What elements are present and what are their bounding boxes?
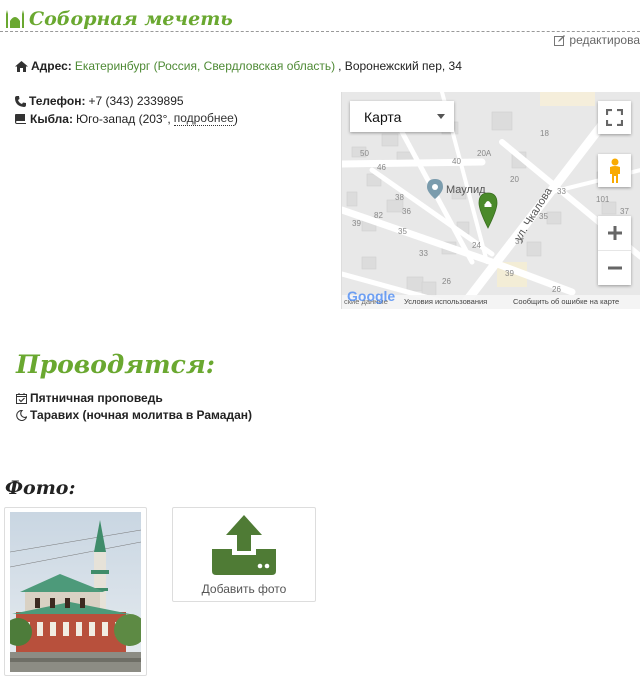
edit-icon [554,35,566,46]
street-view-button[interactable] [598,154,631,187]
minus-icon [607,266,622,270]
street-address: , Воронежский пер, 34 [338,59,462,73]
svg-text:33: 33 [557,187,566,196]
qibla-close: ) [233,111,238,126]
mosque-icon [6,10,24,28]
phone-row: Телефон: +7 (343) 2339895 [15,94,184,108]
zoom-control [598,216,631,285]
pegman-icon [609,158,620,183]
title-divider [0,31,640,32]
fullscreen-button[interactable] [598,101,631,134]
qibla-label: Кыбла: [30,111,73,126]
svg-text:20A: 20A [477,149,492,158]
phone-label: Телефон: [29,94,86,108]
home-icon [15,60,28,72]
event-item: Таравих (ночная молитва в Рамадан) [16,408,252,422]
edit-link[interactable]: редактирова [554,33,640,47]
phone-icon [15,95,26,107]
zoom-in-button[interactable] [598,216,631,251]
qibla-details-link[interactable]: подробнее [173,111,234,126]
chevron-down-icon [437,114,445,119]
event-label: Пятничная проповедь [30,391,163,405]
svg-text:82: 82 [374,211,383,220]
svg-text:101: 101 [596,195,610,204]
map-type-select[interactable]: Карта [350,101,454,132]
address-label: Адрес: [31,59,72,73]
edit-label: редактирова [569,33,640,47]
event-item: Пятничная проповедь [16,391,163,405]
phone-number: +7 (343) 2339895 [88,94,184,108]
mosque-name: Соборная мечеть [29,8,233,30]
svg-text:50: 50 [360,149,369,158]
events-heading: Проводятся: [16,350,215,379]
photos-heading: Фото: [5,477,76,499]
svg-text:46: 46 [377,163,386,172]
svg-text:26: 26 [552,285,561,294]
svg-text:36: 36 [402,207,411,216]
svg-text:20: 20 [510,175,519,184]
svg-text:35: 35 [398,227,407,236]
book-icon [15,114,26,124]
photo-thumbnail[interactable] [4,507,147,676]
map-terms-link[interactable]: Условия использования [404,297,487,306]
svg-text:33: 33 [419,249,428,258]
calendar-check-icon [16,392,27,404]
upload-icon [212,515,276,575]
fullscreen-icon [606,109,623,126]
city-link[interactable]: Екатеринбург (Россия, Свердловская облас… [75,59,335,73]
svg-text:38: 38 [395,193,404,202]
event-label: Таравих (ночная молитва в Рамадан) [30,408,252,422]
google-logo: Google [347,288,395,304]
map-widget[interactable]: 50 46 40 20A 18 31 38 36 20 33 101 37 82… [341,92,640,309]
add-photo-button[interactable]: Добавить фото [172,507,316,602]
zoom-out-button[interactable] [598,251,631,285]
page-title: Соборная мечеть [5,8,233,30]
svg-text:24: 24 [472,241,481,250]
plus-icon [607,226,622,240]
place-label: Маулид [446,184,486,196]
svg-text:37: 37 [620,207,629,216]
svg-text:39: 39 [505,269,514,278]
add-photo-label: Добавить фото [201,582,287,596]
mosque-photo [10,512,141,672]
qibla-value: Юго-запад (203°, [75,111,171,126]
svg-text:26: 26 [442,277,451,286]
address-row: Адрес: Екатеринбург (Россия, Свердловска… [15,59,462,73]
svg-text:40: 40 [452,157,461,166]
moon-icon [16,409,27,421]
qibla-row: Кыбла: Юго-запад (203°, подробнее) [15,111,238,126]
map-report-link[interactable]: Сообщить об ошибке на карте [513,297,619,306]
svg-text:18: 18 [540,129,549,138]
map-type-label: Карта [364,108,402,125]
svg-text:39: 39 [352,219,361,228]
